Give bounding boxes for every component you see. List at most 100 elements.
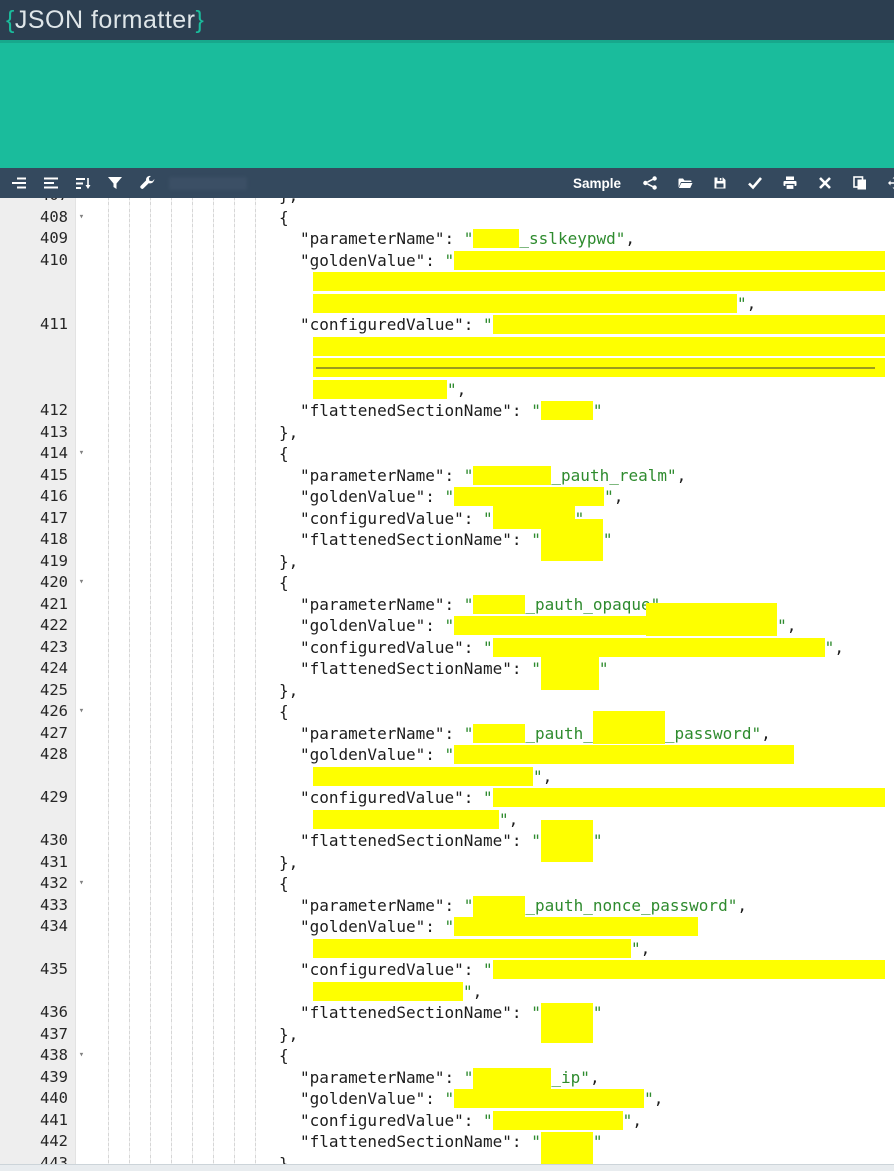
- fold-marker[interactable]: ▾: [75, 1045, 88, 1067]
- indent-spacer: [274, 637, 300, 638]
- json-key-token: ,: [641, 938, 651, 960]
- indent-spacer: [274, 271, 313, 272]
- expand-icon[interactable]: [886, 175, 894, 192]
- check-icon[interactable]: [746, 175, 763, 192]
- redaction-box: [313, 939, 631, 958]
- line-number: 437: [0, 1024, 75, 1046]
- fold-marker[interactable]: ▾: [75, 207, 88, 229]
- sample-button[interactable]: Sample: [573, 176, 621, 191]
- json-key-token: "configuredValue":: [300, 508, 483, 530]
- json-key-token: {: [279, 207, 289, 229]
- fold-marker[interactable]: ▾: [75, 873, 88, 895]
- indent-guides: [88, 637, 274, 659]
- indent-guides: [88, 959, 274, 981]
- sort-icon[interactable]: [74, 175, 91, 192]
- format-compact-icon[interactable]: [42, 175, 59, 192]
- json-string-token: ": [445, 486, 455, 508]
- json-string-token: ": [445, 744, 455, 766]
- json-string-token: ": [483, 637, 493, 659]
- code-line: ",: [0, 938, 885, 960]
- redaction-box: [473, 724, 525, 743]
- code-line: 417"configuredValue": "",: [0, 508, 885, 530]
- indent-guides: [88, 198, 274, 207]
- json-string-token: ": [483, 787, 493, 809]
- redaction-box: [473, 595, 525, 614]
- indent-guides: [88, 422, 274, 444]
- line-number: 431: [0, 852, 75, 874]
- line-number: 423: [0, 637, 75, 659]
- save-icon[interactable]: [711, 175, 728, 192]
- share-icon[interactable]: [641, 175, 658, 192]
- indent-guides: [88, 271, 274, 293]
- print-icon[interactable]: [781, 175, 798, 192]
- indent-guides: [88, 1045, 274, 1067]
- json-key-token: },: [279, 680, 298, 702]
- toolbar-left-icons: [10, 175, 155, 192]
- json-key-token: ,: [625, 228, 635, 250]
- json-key-token: },: [279, 1024, 298, 1046]
- json-key-token: "configuredValue":: [300, 959, 483, 981]
- redaction-box: [541, 1003, 593, 1043]
- indent-spacer: [274, 529, 300, 530]
- json-key-token: "configuredValue":: [300, 314, 483, 336]
- json-key-token: ,: [543, 766, 553, 788]
- json-key-token: ,: [761, 723, 771, 745]
- folder-open-icon[interactable]: [676, 175, 693, 192]
- fold-marker[interactable]: ▾: [75, 701, 88, 723]
- indent-guides: [88, 852, 274, 874]
- json-string-token: _pauth_opaque": [525, 594, 660, 616]
- json-string-token: ": [531, 658, 541, 680]
- code-line: ",: [0, 981, 885, 1003]
- line-number: 412: [0, 400, 75, 422]
- code-line: 420▾{: [0, 572, 885, 594]
- indent-guides: [88, 400, 274, 422]
- json-string-token: ": [631, 938, 641, 960]
- json-key-token: {: [279, 873, 289, 895]
- json-string-token: ": [464, 723, 474, 745]
- json-string-token: ": [623, 1110, 633, 1132]
- indent-spacer: [274, 809, 313, 810]
- json-key-token: "goldenValue":: [300, 615, 445, 637]
- indent-spacer: [274, 293, 313, 294]
- indent-spacer: [274, 1088, 300, 1089]
- indent-guides: [88, 1131, 274, 1153]
- code-line: 435"configuredValue": ": [0, 959, 885, 981]
- line-number: 420: [0, 572, 75, 594]
- indent-spacer: [274, 615, 300, 616]
- close-icon[interactable]: [816, 175, 833, 192]
- indent-guides: [88, 1067, 274, 1089]
- redaction-box: [493, 960, 885, 979]
- line-number: 440: [0, 1088, 75, 1110]
- code-line: ",: [0, 809, 885, 831]
- indent-guides: [88, 572, 274, 594]
- copy-icon[interactable]: [851, 175, 868, 192]
- indent-guides: [88, 529, 274, 551]
- code-line: 438▾{: [0, 1045, 885, 1067]
- fold-marker[interactable]: ▾: [75, 572, 88, 594]
- json-key-token: ,: [654, 1088, 664, 1110]
- logo-title: JSON formatter: [15, 6, 196, 34]
- json-key-token: "parameterName":: [300, 465, 464, 487]
- line-number: 443: [0, 1153, 75, 1165]
- fold-marker[interactable]: ▾: [75, 443, 88, 465]
- wrench-icon[interactable]: [138, 175, 155, 192]
- app-logo[interactable]: {JSON formatter}: [6, 6, 204, 35]
- json-string-token: ": [445, 615, 455, 637]
- json-string-token: ": [447, 379, 457, 401]
- json-string-token: _pauth_nonce_password": [525, 895, 737, 917]
- indent-guides: [88, 809, 274, 831]
- indent-spacer: [274, 723, 300, 724]
- json-code-editor[interactable]: 407},408▾{409"parameterName": "_sslkeypw…: [0, 198, 894, 1164]
- json-key-token: "parameterName":: [300, 895, 464, 917]
- json-key-token: "goldenValue":: [300, 250, 445, 272]
- indent-guides: [88, 701, 274, 723]
- redaction-box: [473, 229, 519, 248]
- code-line: ",: [0, 293, 885, 315]
- code-line: 436"flattenedSectionName": "": [0, 1002, 885, 1024]
- format-indent-icon[interactable]: [10, 175, 27, 192]
- code-line: 433"parameterName": "_pauth_nonce_passwo…: [0, 895, 885, 917]
- filter-icon[interactable]: [106, 175, 123, 192]
- code-line: 412"flattenedSectionName": "": [0, 400, 885, 422]
- redaction-box: [454, 1089, 644, 1108]
- redaction-box: [313, 294, 737, 313]
